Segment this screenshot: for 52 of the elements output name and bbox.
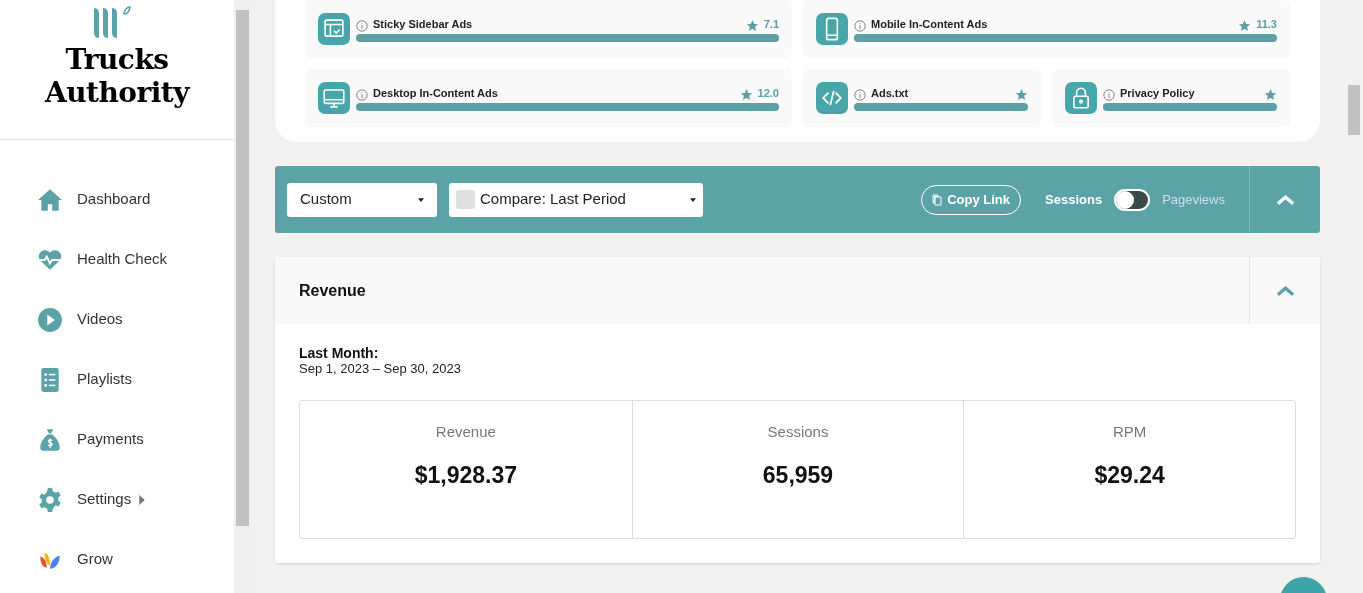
compare-select[interactable]: Compare: Last Period [449, 182, 703, 217]
check-title: Privacy Policy [1120, 85, 1196, 101]
stat-value: 65,959 [762, 460, 834, 490]
star-icon [745, 19, 759, 33]
info-icon[interactable] [1103, 89, 1115, 102]
check-title: Desktop In-Content Ads [373, 85, 499, 101]
nav-item[interactable]: Grow [37, 542, 234, 577]
padlock-icon [1065, 82, 1097, 114]
stat-value: $29.24 [1094, 460, 1165, 490]
chevron-up-icon [1275, 284, 1295, 297]
stat-label: Sessions [767, 422, 829, 442]
settings-icon [37, 486, 63, 513]
browser-window-icon [318, 13, 350, 45]
info-icon[interactable] [854, 89, 866, 102]
metric-toggle[interactable] [1114, 188, 1151, 211]
nav-item[interactable]: Dashboard [37, 182, 234, 217]
info-icon[interactable] [356, 89, 368, 102]
period-label: Last Month: [299, 345, 380, 361]
dropdown-caret-icon [690, 197, 696, 202]
period-dates: Sep 1, 2023 – Sep 30, 2023 [299, 361, 462, 377]
info-icon[interactable] [854, 20, 866, 33]
check-score: 7.1 [763, 16, 779, 32]
check-title: Sticky Sidebar Ads [373, 16, 474, 32]
nav-item[interactable]: Payments [37, 422, 234, 457]
range-select[interactable]: Custom [287, 182, 437, 217]
chevron-up-icon [1275, 193, 1295, 206]
nav-item[interactable]: Playlists [37, 362, 234, 397]
copy-icon [932, 193, 943, 206]
phone-icon [816, 13, 848, 45]
info-icon[interactable] [356, 20, 368, 33]
star-icon [1015, 88, 1028, 102]
dropdown-caret-icon [418, 197, 424, 202]
star-icon [1238, 19, 1252, 33]
stat-label: Revenue [435, 422, 496, 442]
stat-value: $1,928.37 [414, 460, 517, 490]
check-score: 11.3 [1256, 16, 1277, 32]
panel-title: Revenue [299, 280, 367, 301]
check-title: Mobile In-Content Ads [871, 16, 989, 32]
play-icon [37, 306, 63, 333]
star-icon [739, 88, 753, 102]
stat-label: RPM [1113, 422, 1147, 442]
nav-item[interactable]: Health Check [37, 242, 234, 277]
money-bag-icon [37, 426, 63, 453]
compare-checkbox[interactable] [456, 190, 475, 209]
monitor-icon [318, 82, 350, 114]
site-name: Trucks Authority [43, 43, 192, 109]
check-title: Ads.txt [871, 85, 910, 101]
nav-item[interactable]: Videos [37, 302, 234, 337]
code-icon [816, 82, 848, 114]
nav-item[interactable]: Settings [37, 482, 234, 517]
check-score: 12.0 [757, 85, 779, 101]
star-icon [1264, 88, 1277, 102]
